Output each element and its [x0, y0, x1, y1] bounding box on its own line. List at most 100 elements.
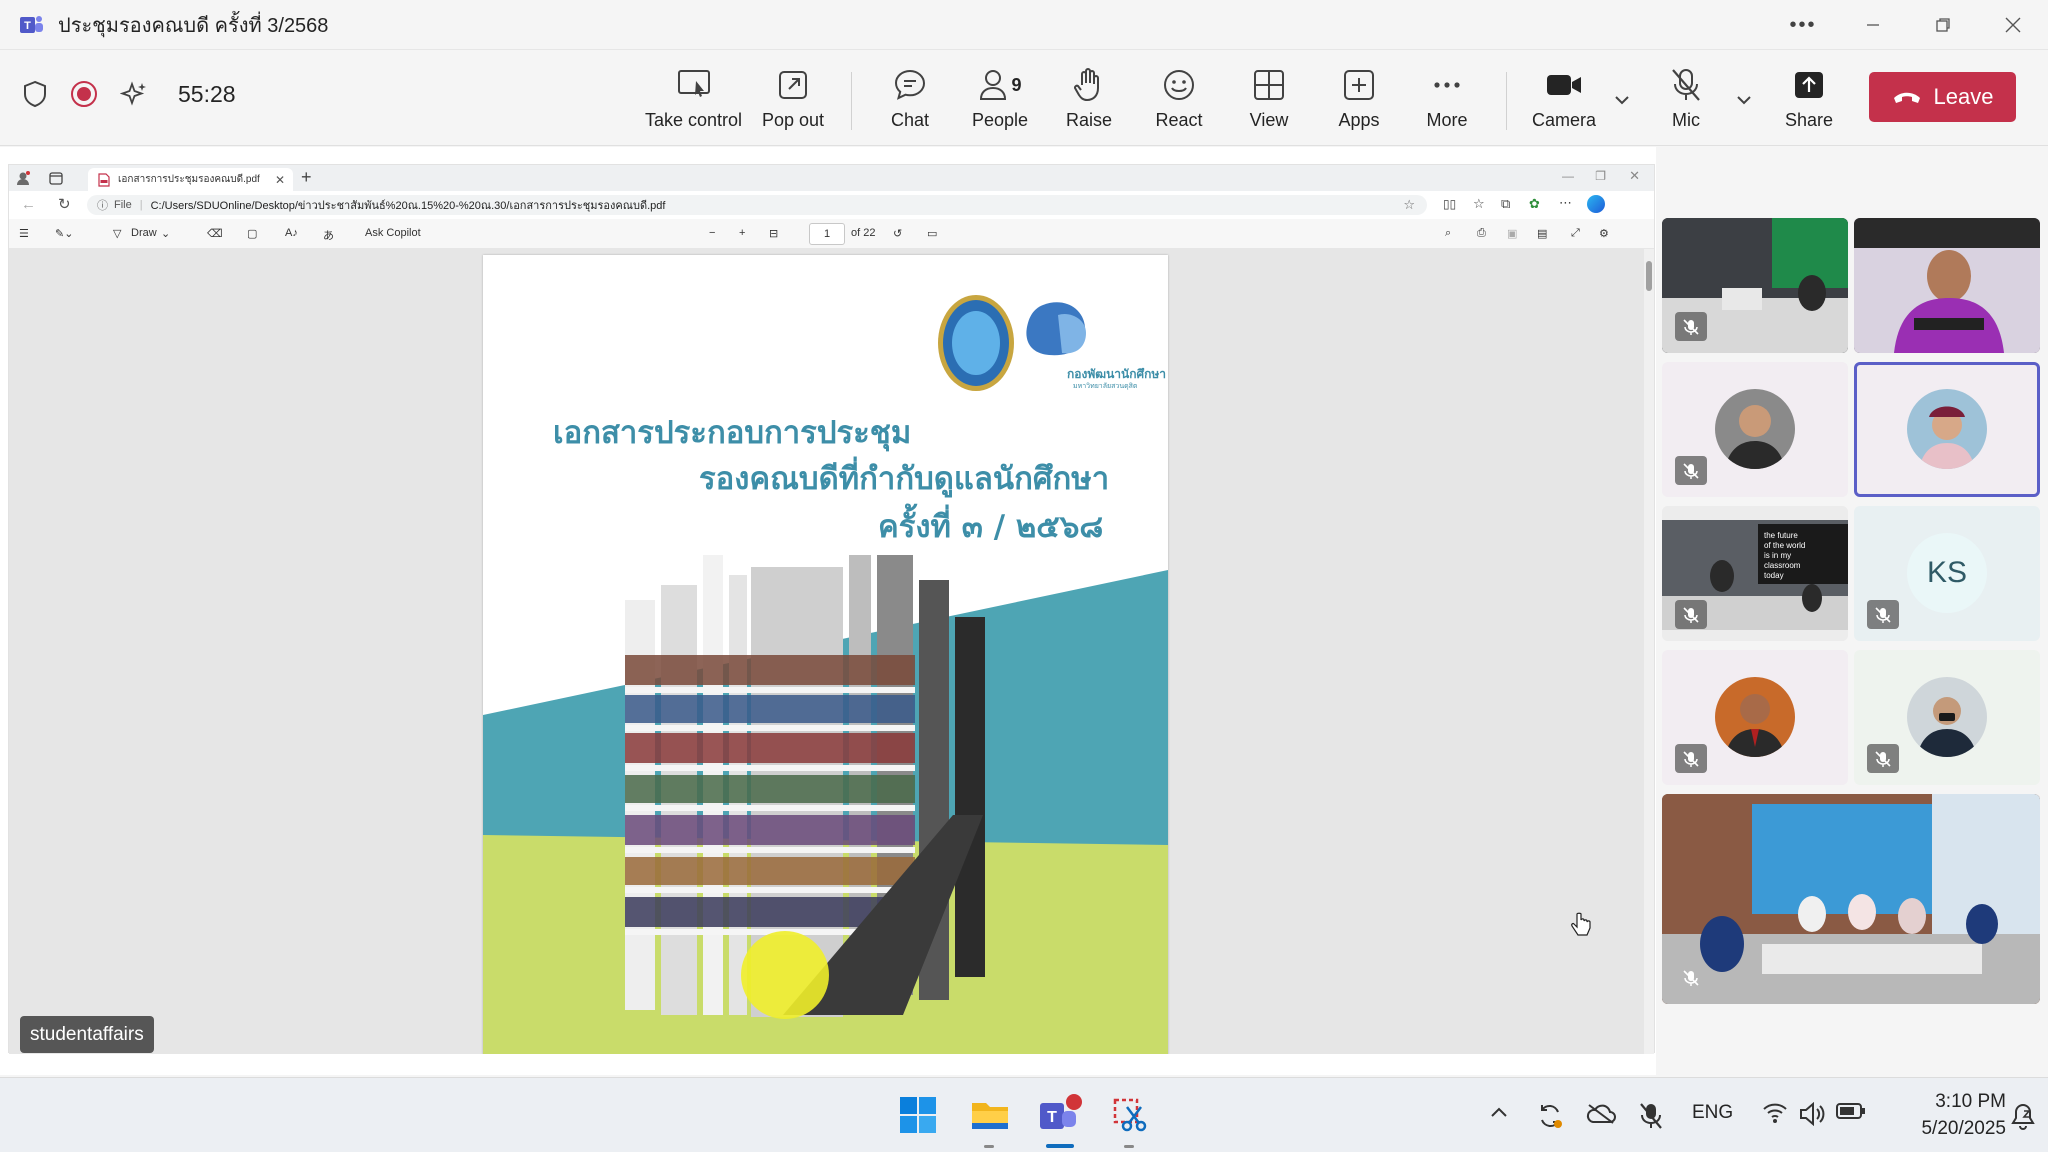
- sync-icon[interactable]: [1536, 1102, 1564, 1130]
- save-icon[interactable]: ▣: [1507, 227, 1517, 240]
- pdf-scrollbar-thumb[interactable]: [1646, 261, 1652, 291]
- browser-tab-pdf[interactable]: เอกสารการประชุมรองคณบดี.pdf ✕: [88, 168, 293, 191]
- ellipsis-icon[interactable]: •••: [1768, 0, 1838, 50]
- camera-button[interactable]: Camera: [1522, 66, 1606, 136]
- browser-close-icon[interactable]: ✕: [1629, 168, 1640, 184]
- participant-tile-room[interactable]: [1662, 794, 2040, 1004]
- pdf-scrollbar[interactable]: [1644, 249, 1654, 1054]
- workspaces-icon[interactable]: [49, 172, 63, 185]
- notifications-bell-icon[interactable]: [2010, 1102, 2036, 1130]
- highlight-icon[interactable]: ✎⌄: [55, 227, 73, 240]
- mic-muted-tray-icon[interactable]: [1638, 1102, 1664, 1130]
- view-grid-icon: [1254, 70, 1284, 100]
- participant-tile[interactable]: the future of the world is in my classroom t…: [1662, 506, 1848, 641]
- more-button[interactable]: More: [1408, 66, 1486, 136]
- raise-hand-button[interactable]: Raise: [1050, 66, 1128, 136]
- mic-options-chevron-icon[interactable]: [1734, 90, 1754, 110]
- participant-tile[interactable]: [1662, 218, 1848, 353]
- browser-restore-icon[interactable]: ❐: [1595, 169, 1606, 183]
- input-language[interactable]: ENG: [1692, 1102, 1733, 1124]
- collections-icon[interactable]: ⧉: [1501, 196, 1510, 212]
- camera-options-chevron-icon[interactable]: [1612, 90, 1632, 110]
- reading-view-icon[interactable]: ▯▯: [1443, 197, 1456, 211]
- fullscreen-icon[interactable]: ⤢: [1571, 227, 1580, 240]
- extensions-icon[interactable]: ✿: [1529, 196, 1540, 212]
- volume-icon[interactable]: [1798, 1102, 1826, 1126]
- page-view-icon[interactable]: ▭: [927, 227, 937, 240]
- minimize-button[interactable]: [1838, 0, 1908, 50]
- add-text-icon[interactable]: ▢: [247, 227, 257, 240]
- participant-tile[interactable]: [1662, 650, 1848, 785]
- zoom-in-icon[interactable]: +: [739, 227, 745, 239]
- pop-out-button[interactable]: Pop out: [752, 66, 834, 136]
- copilot-icon[interactable]: [1587, 195, 1605, 213]
- tab-close-icon[interactable]: ✕: [275, 173, 285, 187]
- chat-label: Chat: [890, 110, 930, 130]
- leave-button[interactable]: Leave: [1869, 72, 2016, 122]
- clock-time: 3:10 PM: [1935, 1091, 2006, 1112]
- pdf-search-icon[interactable]: ⌕: [1445, 227, 1451, 240]
- teams-icon: T: [1040, 1094, 1082, 1129]
- running-indicator: [984, 1145, 994, 1148]
- settings-more-icon[interactable]: ⋯: [1559, 195, 1572, 211]
- system-clock[interactable]: 3:10 PM 5/20/2025: [1886, 1088, 2006, 1142]
- battery-icon[interactable]: [1836, 1102, 1866, 1120]
- profile-icon[interactable]: [15, 170, 31, 186]
- draw-icon[interactable]: ▽: [113, 227, 121, 240]
- mic-button[interactable]: Mic: [1648, 66, 1724, 136]
- save-as-icon[interactable]: ▤: [1537, 227, 1547, 240]
- close-button[interactable]: [1978, 0, 2048, 50]
- erase-icon[interactable]: ⌫: [207, 227, 223, 240]
- snipping-tool-button[interactable]: [1108, 1093, 1152, 1137]
- favorites-icon[interactable]: ☆: [1473, 196, 1485, 212]
- take-control-button[interactable]: Take control: [645, 66, 742, 136]
- active-indicator: [1046, 1144, 1074, 1148]
- rotate-icon[interactable]: ↺: [893, 227, 902, 240]
- participant-tile[interactable]: [1662, 362, 1848, 497]
- refresh-icon[interactable]: ↻: [58, 195, 71, 213]
- browser-tab-strip: เอกสารการประชุมรองคณบดี.pdf ✕ + — ❐ ✕: [9, 165, 1654, 191]
- new-tab-icon[interactable]: +: [301, 167, 312, 188]
- recording-icon[interactable]: [70, 80, 98, 108]
- restore-icon: [1936, 18, 1950, 32]
- react-button[interactable]: React: [1140, 66, 1218, 136]
- teams-taskbar-button[interactable]: T: [1038, 1093, 1082, 1137]
- zoom-out-icon[interactable]: −: [709, 227, 715, 239]
- ask-copilot-button[interactable]: Ask Copilot: [365, 227, 421, 239]
- url-field[interactable]: ⓘ File | C:/Users/SDUOnline/Desktop/ข่าว…: [87, 195, 1427, 215]
- participant-tile[interactable]: [1854, 650, 2040, 785]
- participant-tile-active-speaker[interactable]: [1854, 362, 2040, 497]
- sparkle-icon[interactable]: [120, 80, 148, 108]
- start-button[interactable]: [896, 1093, 940, 1137]
- wifi-icon[interactable]: [1762, 1102, 1788, 1124]
- draw-chevron-icon[interactable]: ⌄: [161, 227, 170, 240]
- pdf-settings-icon[interactable]: ⚙: [1599, 227, 1609, 240]
- back-arrow-icon[interactable]: ←: [21, 196, 36, 213]
- participant-tile[interactable]: KS: [1854, 506, 2040, 641]
- participant-tile[interactable]: [1854, 218, 2040, 353]
- shield-icon[interactable]: [22, 80, 48, 108]
- share-button[interactable]: Share: [1770, 66, 1848, 136]
- browser-window: เอกสารการประชุมรองคณบดี.pdf ✕ + — ❐ ✕ ← …: [8, 164, 1655, 1054]
- browser-minimize-icon[interactable]: —: [1562, 169, 1574, 183]
- read-aloud-icon[interactable]: A♪: [285, 227, 298, 239]
- apps-label: Apps: [1338, 110, 1380, 130]
- view-button[interactable]: View: [1230, 66, 1308, 136]
- contents-list-icon[interactable]: ☰: [19, 227, 29, 240]
- favorite-star-icon[interactable]: ☆: [1403, 197, 1415, 213]
- fit-page-icon[interactable]: ⊟: [769, 227, 778, 240]
- share-label: Share: [1784, 110, 1834, 130]
- chat-button[interactable]: Chat: [870, 66, 950, 136]
- people-button[interactable]: 9 People: [958, 66, 1042, 136]
- show-hidden-icons-chevron-icon[interactable]: [1488, 1102, 1510, 1124]
- apps-button[interactable]: Apps: [1320, 66, 1398, 136]
- onedrive-offline-icon[interactable]: [1586, 1102, 1616, 1126]
- print-icon[interactable]: ⎙: [1477, 227, 1486, 240]
- translate-icon[interactable]: あ: [323, 227, 334, 243]
- pdf-viewer[interactable]: กองพัฒนานักศึกษา มหาวิทยาลัยสวนดุสิต เอก…: [9, 249, 1647, 1054]
- pdf-page: กองพัฒนานักศึกษา มหาวิทยาลัยสวนดุสิต เอก…: [483, 255, 1168, 1054]
- page-number-input[interactable]: 1: [809, 223, 845, 245]
- file-explorer-button[interactable]: [968, 1093, 1012, 1137]
- restore-button[interactable]: [1908, 0, 1978, 50]
- draw-label[interactable]: Draw: [131, 227, 157, 239]
